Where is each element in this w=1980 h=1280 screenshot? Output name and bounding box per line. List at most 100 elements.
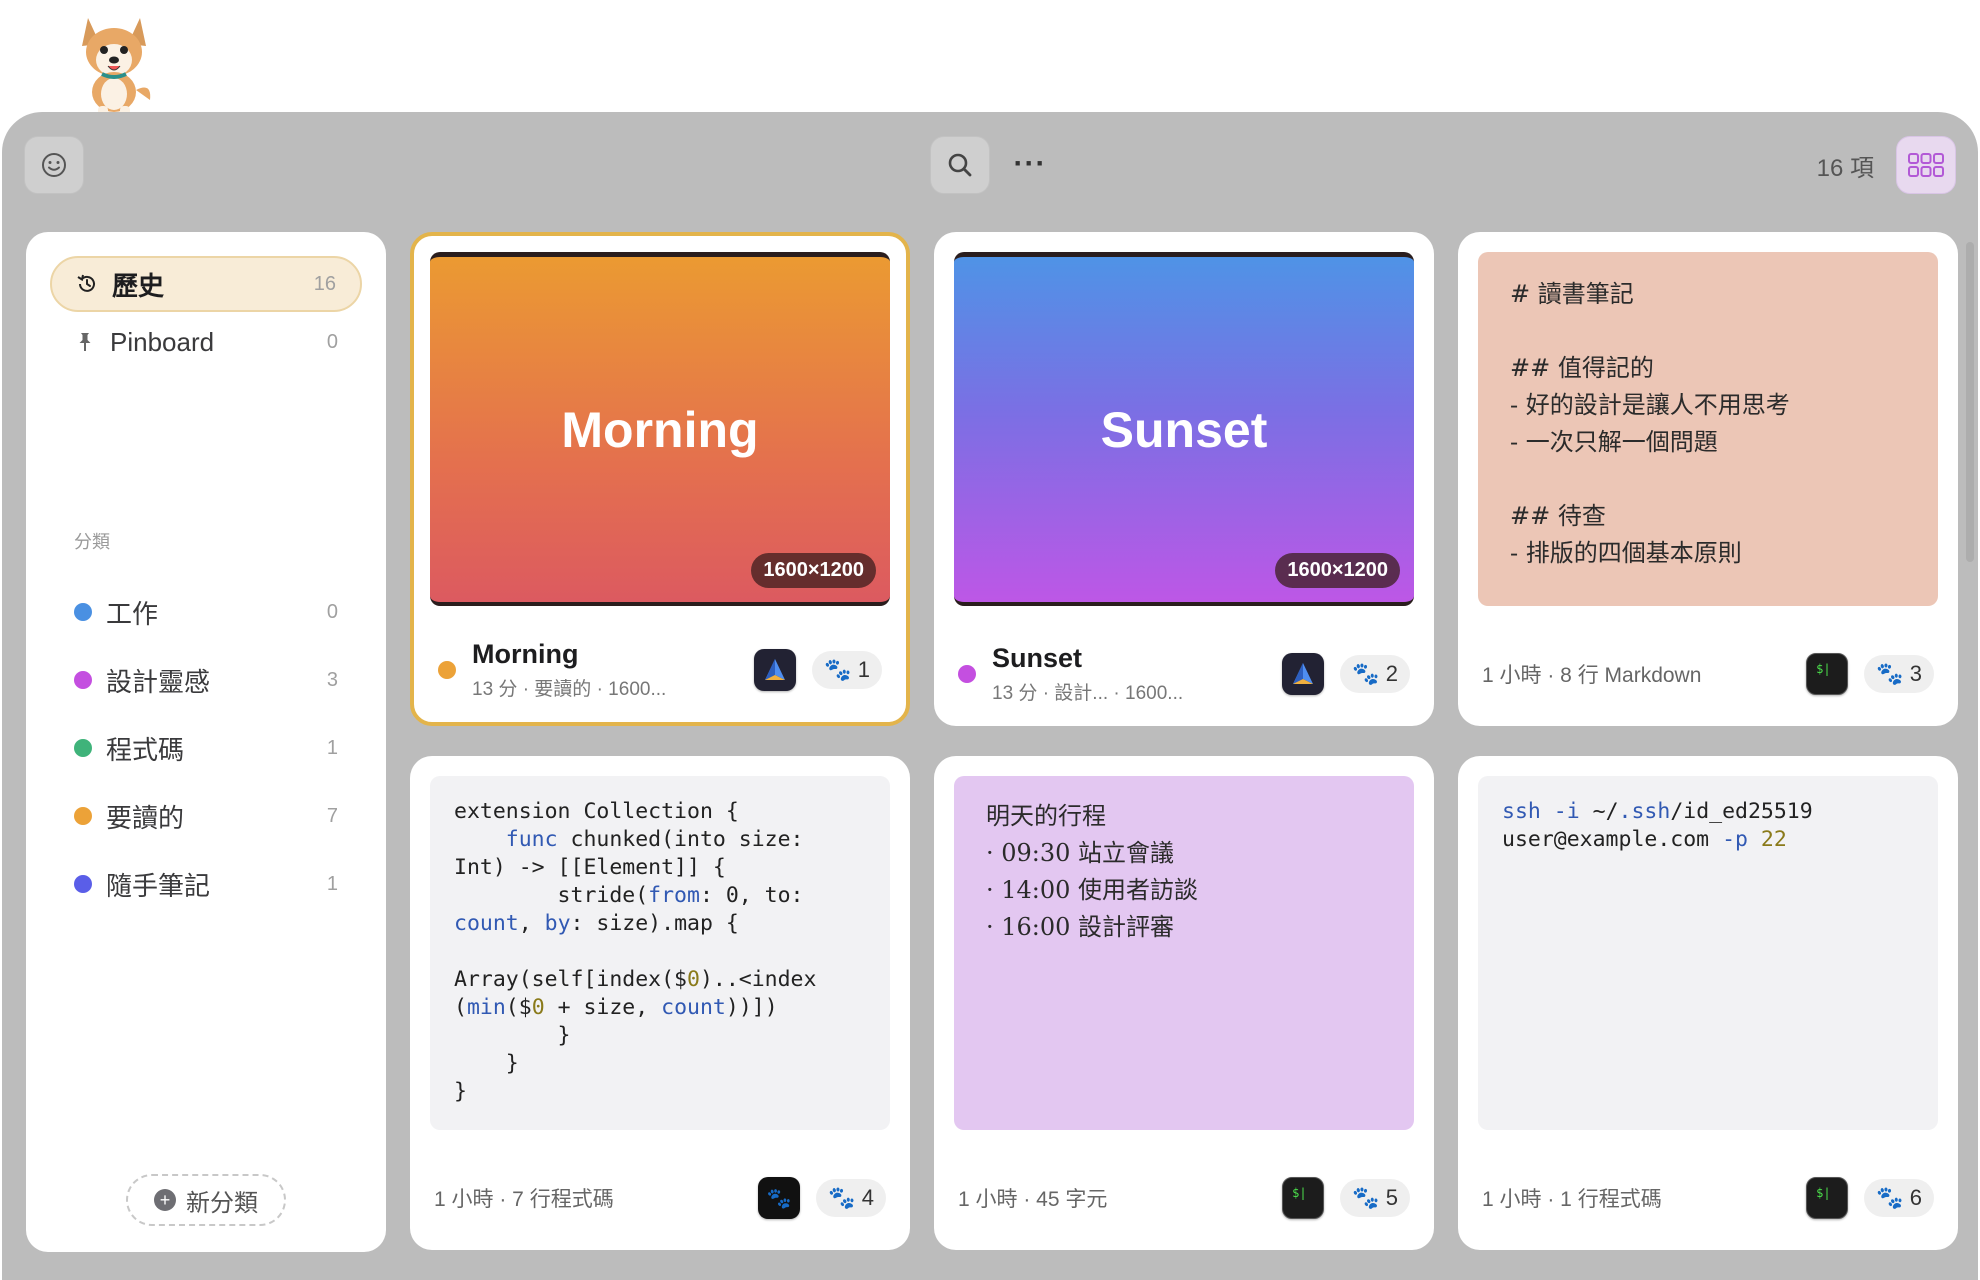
grid-view-button[interactable] — [1896, 136, 1956, 194]
badge-number: 1 — [857, 657, 870, 682]
paste-order-badge[interactable]: 🐾 6 — [1864, 1179, 1934, 1217]
clip-card-morning[interactable]: Morning 1600×1200 Morning 13 分 · 要讀的 · 1… — [410, 232, 910, 726]
preview-line: 明天的行程 — [986, 802, 1106, 830]
sidebar-item-category[interactable]: 設計靈感 3 — [50, 652, 362, 708]
text-preview: 明天的行程 · 09:30 站立會議 · 14:00 使用者訪談 · 16:00 設計… — [954, 776, 1414, 1130]
clip-card-markdown[interactable]: # 讀書筆記 ## 值得記的 - 好的設計是讓人不用思考 - 一次只解一個問題 ## 待… — [1458, 232, 1958, 726]
image-dimensions-badge: 1600×1200 — [751, 553, 876, 588]
category-dot — [74, 739, 92, 757]
badge-number: 3 — [1909, 661, 1922, 686]
preview-line: # 讀書筆記 — [1510, 280, 1634, 308]
card-footer: 1 小時 · 1 行程式碼 $| 🐾 6 — [1482, 1168, 1934, 1228]
sidebar-item-category[interactable]: 隨手筆記 1 — [50, 856, 362, 912]
category-dot — [958, 665, 976, 683]
sidebar-item-label: Pinboard — [110, 326, 215, 357]
preview-line: ## 值得記的 — [1510, 354, 1654, 382]
preview-line: - 排版的四個基本原則 — [1510, 539, 1742, 567]
card-meta: 1 小時 · 45 字元 — [958, 1188, 1108, 1211]
image-preview: Sunset 1600×1200 — [954, 252, 1414, 606]
paste-order-badge[interactable]: 🐾 2 — [1340, 655, 1410, 693]
sidebar-item-label: 設計靈感 — [106, 666, 211, 697]
clip-card-note[interactable]: 明天的行程 · 09:30 站立會議 · 14:00 使用者訪談 · 16:00 設計… — [934, 756, 1434, 1250]
new-category-label: 新分類 — [186, 1189, 258, 1217]
badge-number: 5 — [1385, 1185, 1398, 1210]
card-subtitle: 13 分 · 設計... · 1600... — [992, 683, 1184, 704]
paw-app-icon: 🐾 — [758, 1177, 801, 1219]
paw-icon: 🐾 — [1876, 661, 1904, 686]
image-title: Sunset — [1100, 401, 1268, 458]
preview-line — [1510, 461, 1906, 498]
smiley-icon — [42, 153, 66, 177]
image-preview: Morning 1600×1200 — [430, 252, 890, 606]
sidebar-item-pinboard[interactable]: Pinboard 0 — [50, 314, 362, 370]
card-footer: Sunset 13 分 · 設計... · 1600... 🐾 2 — [958, 643, 1410, 704]
category-section-label: 分類 — [74, 532, 110, 552]
paw-icon: 🐾 — [828, 1185, 856, 1210]
badge-number: 6 — [1909, 1185, 1922, 1210]
image-dimensions-badge: 1600×1200 — [1275, 553, 1400, 588]
history-icon — [77, 274, 95, 292]
more-options-button[interactable]: ··· — [1008, 142, 1052, 186]
paw-icon: 🐾 — [1876, 1185, 1904, 1210]
card-subtitle: 13 分 · 要讀的 · 1600... — [472, 679, 667, 700]
new-category-button[interactable]: + 新分類 — [126, 1174, 286, 1226]
card-footer: 1 小時 · 7 行程式碼 🐾 🐾 4 — [434, 1168, 886, 1228]
paw-icon: 🐾 — [824, 657, 852, 682]
paw-icon: 🐾 — [1352, 1185, 1380, 1210]
clip-card-ssh[interactable]: ssh -i ~/.ssh/id_ed25519 user@example.co… — [1458, 756, 1958, 1250]
terminal-icon: $| — [1282, 1177, 1325, 1219]
sidebar-item-count: 7 — [326, 804, 338, 827]
sidebar-item-label: 程式碼 — [106, 734, 185, 765]
sidebar-item-count: 3 — [326, 668, 338, 691]
card-meta: 1 小時 · 1 行程式碼 — [1482, 1188, 1662, 1211]
item-count: 16 項 — [1816, 155, 1874, 182]
preview-line — [1510, 313, 1906, 350]
preview-line: - 一次只解一個問題 — [1510, 428, 1718, 456]
card-footer: Morning 13 分 · 要讀的 · 1600... 🐾 1 — [438, 639, 882, 700]
sidebar-item-label: 工作 — [106, 598, 159, 629]
sidebar-item-count: 0 — [326, 600, 338, 623]
card-title: Sunset — [992, 643, 1083, 673]
image-title: Morning — [561, 401, 759, 458]
sidebar-item-category[interactable]: 程式碼 1 — [50, 720, 362, 776]
category-dot — [74, 671, 92, 689]
sidebar-item-history[interactable]: 歷史 16 — [50, 256, 362, 312]
card-footer: 1 小時 · 45 字元 $| 🐾 5 — [958, 1168, 1410, 1228]
card-footer: 1 小時 · 8 行 Markdown $| 🐾 3 — [1482, 644, 1934, 704]
emoji-button[interactable] — [24, 136, 84, 194]
sidebar-item-count: 1 — [326, 872, 338, 895]
preview-line: · 14:00 使用者訪談 — [986, 876, 1199, 904]
sidebar-item-count: 0 — [326, 330, 338, 353]
preview-line: · 09:30 站立會議 — [986, 839, 1175, 867]
code-preview: extension Collection { func chunked(into… — [430, 776, 890, 1130]
clip-card-sunset[interactable]: Sunset 1600×1200 Sunset 13 分 · 設計... · 1… — [934, 232, 1434, 726]
card-meta: 1 小時 · 7 行程式碼 — [434, 1188, 614, 1211]
sidebar-item-label: 要讀的 — [106, 802, 185, 833]
sidebar-item-label: 歷史 — [112, 270, 165, 301]
badge-number: 4 — [861, 1185, 874, 1210]
scrollbar[interactable] — [1966, 242, 1974, 562]
paste-order-badge[interactable]: 🐾 5 — [1340, 1179, 1410, 1217]
preview-line: ## 待查 — [1510, 502, 1606, 530]
paste-order-badge[interactable]: 🐾 4 — [816, 1179, 886, 1217]
app-window: ··· 16 項 歷史 16 Pinboard 0 分類 工作 0 設計靈感 3… — [2, 112, 1978, 1280]
search-icon — [948, 153, 972, 177]
paw-icon: 🐾 — [1352, 661, 1380, 686]
paste-order-badge[interactable]: 🐾 3 — [1864, 655, 1934, 693]
sidebar-item-category[interactable]: 工作 0 — [50, 584, 362, 640]
sidebar-item-label: 隨手筆記 — [106, 870, 211, 901]
preview-line: · 16:00 設計評審 — [986, 913, 1175, 941]
clip-card-code[interactable]: extension Collection { func chunked(into… — [410, 756, 910, 1250]
corgi-mascot-icon — [82, 18, 151, 120]
search-button[interactable] — [930, 136, 990, 194]
card-meta: 1 小時 · 8 行 Markdown — [1482, 664, 1702, 687]
markdown-preview: # 讀書筆記 ## 值得記的 - 好的設計是讓人不用思考 - 一次只解一個問題 ## 待… — [1478, 252, 1938, 606]
card-title: Morning — [472, 639, 579, 669]
grid-icon — [1908, 153, 1944, 177]
sidebar-item-count: 1 — [326, 736, 338, 759]
astro-icon — [1282, 653, 1325, 695]
sidebar-item-category[interactable]: 要讀的 7 — [50, 788, 362, 844]
preview-line: - 好的設計是讓人不用思考 — [1510, 391, 1790, 419]
sidebar-item-count: 16 — [313, 272, 336, 295]
paste-order-badge[interactable]: 🐾 1 — [812, 651, 882, 689]
